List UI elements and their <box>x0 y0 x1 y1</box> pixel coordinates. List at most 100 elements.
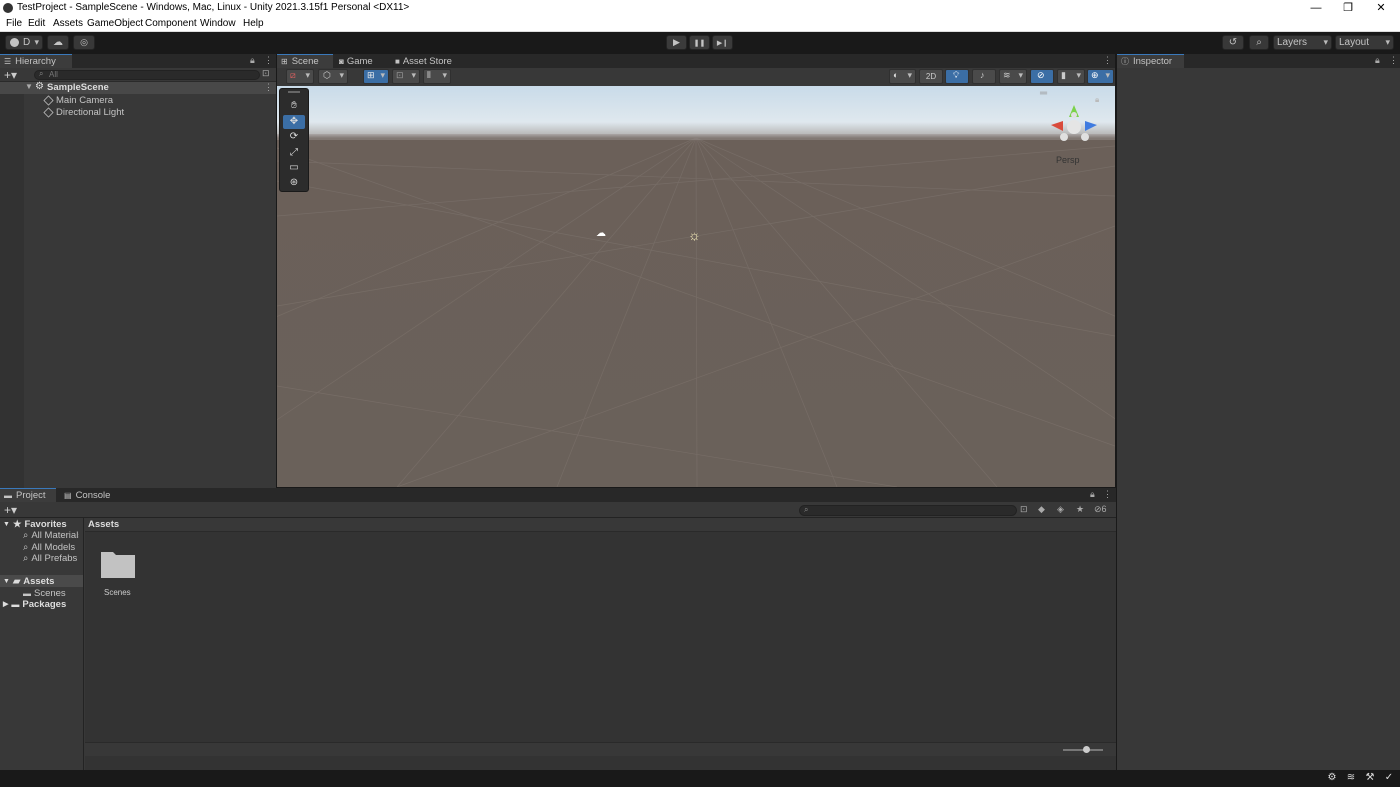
gizmos-dropdown[interactable]: ⊕ <box>1087 69 1114 84</box>
scene-lighting-toggle[interactable]: 💡︎ <box>945 69 969 84</box>
check-icon[interactable]: ✓ <box>1383 772 1395 784</box>
grid-snap-toggle[interactable]: ⊞ <box>363 69 389 84</box>
kebab-menu-icon[interactable]: ⋮ <box>264 55 273 66</box>
search-placeholder: All <box>49 70 58 79</box>
expand-arrow-icon[interactable]: ▼ <box>25 82 33 91</box>
pause-button[interactable]: ❚❚ <box>689 35 710 50</box>
project-toolbar: +▾ ⌕ ⊡ ◆ ◈ ★ ⊘6 <box>0 502 1116 518</box>
tab-scene[interactable]: ⊞ Scene <box>277 54 333 68</box>
assets-folder-row[interactable]: ▼ ▰ Assets <box>0 575 83 587</box>
tab-inspector[interactable]: ⓘ Inspector <box>1117 54 1184 68</box>
play-button[interactable]: ▶ <box>666 35 687 50</box>
rotate-tool-icon[interactable]: ⟳ <box>283 130 305 144</box>
scene-menu-icon[interactable]: ⋮ <box>264 82 273 93</box>
lock-icon[interactable]: 🔒︎ <box>250 55 255 66</box>
tab-project[interactable]: ▬ Project <box>0 488 56 502</box>
create-asset-button[interactable]: +▾ <box>4 503 17 517</box>
progress-icon[interactable]: ⚒ <box>1364 772 1376 784</box>
tag-icon[interactable]: ◈ <box>1057 504 1064 515</box>
scene-row[interactable]: ▼ ⚙ SampleScene ⋮ <box>0 81 276 94</box>
gamepad-icon: ◙ <box>339 56 344 66</box>
eye-slash-icon: ⊘ <box>1094 504 1102 514</box>
light-gizmo-icon[interactable]: ☼ <box>688 227 701 243</box>
menu-assets[interactable]: Assets <box>53 18 83 29</box>
asset-folder-scenes[interactable]: Scenes <box>99 548 137 598</box>
close-button[interactable]: ✕ <box>1366 0 1396 16</box>
render-mode-dropdown[interactable]: ⬡ <box>318 69 348 84</box>
layers-stack-icon[interactable]: ≋ <box>1345 772 1357 784</box>
hand-tool-icon[interactable]: ✋︎ <box>283 99 305 113</box>
transform-tool-icon[interactable]: ⊛ <box>283 176 305 190</box>
hidden-objects-toggle[interactable]: ⊘ <box>1030 69 1054 84</box>
account-dropdown[interactable]: D <box>5 35 43 50</box>
step-button[interactable]: ▶❙ <box>712 35 733 50</box>
palette-grip[interactable] <box>288 91 300 93</box>
camera-gizmo-icon[interactable]: ☁ <box>596 228 606 239</box>
scene-tab-icon: ⊞ <box>281 57 288 66</box>
layout-dropdown[interactable]: Layout <box>1335 35 1394 50</box>
undo-history-button[interactable]: ↺ <box>1222 35 1244 50</box>
collab-button[interactable]: ◎ <box>73 35 95 50</box>
lighting-dropdown[interactable]: ◐ <box>889 69 916 84</box>
search-icon: ⌕ <box>23 552 29 564</box>
tab-console[interactable]: ▤ Console <box>60 488 120 502</box>
scene-viewport[interactable]: ☁ ☼ ═ 🔒︎ Persp <box>277 86 1115 487</box>
kebab-menu-icon[interactable]: ⋮ <box>1389 55 1398 66</box>
menu-window[interactable]: Window <box>200 18 236 29</box>
folder-large-icon <box>101 552 135 578</box>
audio-toggle[interactable]: ♪ <box>972 69 996 84</box>
search-by-type-icon[interactable]: ⊡ <box>1020 504 1028 515</box>
project-search-input[interactable]: ⌕ <box>799 505 1017 516</box>
scene-name: SampleScene <box>47 82 109 93</box>
persp-label[interactable]: Persp <box>1056 155 1080 165</box>
search-by-label-icon[interactable]: ◆ <box>1038 504 1045 515</box>
search-options-icon[interactable]: ⊡ <box>262 68 270 79</box>
breadcrumb-assets[interactable]: Assets <box>88 519 119 530</box>
account-icon <box>10 38 19 47</box>
search-button[interactable]: ⌕ <box>1249 35 1269 50</box>
menu-file[interactable]: File <box>6 18 22 29</box>
camera-dropdown[interactable]: ▮ <box>1057 69 1085 84</box>
orientation-gizmo[interactable] <box>1047 101 1101 147</box>
hierarchy-item-main-camera[interactable]: Main Camera <box>43 94 264 106</box>
icon-size-slider-thumb[interactable] <box>1083 746 1090 753</box>
play-icon: ▶ <box>673 37 680 47</box>
snap-settings-dropdown[interactable]: ⫴ <box>423 69 451 84</box>
effects-dropdown[interactable]: ≋ <box>999 69 1027 84</box>
scale-tool-icon[interactable]: ⤢ <box>283 146 305 160</box>
cloud-icon: ☁ <box>53 37 63 48</box>
menu-component[interactable]: Component <box>145 18 197 29</box>
gameobject-icon <box>43 94 54 106</box>
gizmo-drag-handle-icon[interactable]: ═ <box>1040 88 1047 99</box>
hierarchy-item-directional-light[interactable]: Directional Light <box>43 106 264 118</box>
grid-settings-dropdown[interactable]: ⊡ <box>392 69 420 84</box>
favorite-item-all-materials[interactable]: ⌕ All Materials <box>23 529 79 541</box>
lock-icon[interactable]: 🔒︎ <box>1375 55 1380 66</box>
pause-icon: ❚❚ <box>693 39 706 47</box>
cloud-button[interactable]: ☁ <box>47 35 69 50</box>
rect-tool-icon[interactable]: ▭ <box>283 161 305 175</box>
tab-asset-store[interactable]: ■ Asset Store <box>391 54 467 68</box>
lock-icon[interactable]: 🔒︎ <box>1090 489 1095 500</box>
add-object-button[interactable]: +▾ <box>4 68 17 82</box>
maximize-button[interactable]: ❐ <box>1333 0 1363 16</box>
scene-menu-icon[interactable]: ⋮ <box>1103 55 1112 66</box>
hidden-packages-toggle[interactable]: ⊘6 <box>1094 504 1107 515</box>
menu-edit[interactable]: Edit <box>28 18 45 29</box>
tab-hierarchy[interactable]: ☰ Hierarchy <box>0 54 72 68</box>
favorite-item-all-prefabs[interactable]: ⌕ All Prefabs <box>23 552 77 564</box>
toggle-2d-button[interactable]: 2D <box>919 69 943 84</box>
favorite-star-icon[interactable]: ★ <box>1076 504 1084 515</box>
menu-help[interactable]: Help <box>243 18 264 29</box>
packages-folder-row[interactable]: ▶ ▬ Packages <box>3 598 66 610</box>
layers-dropdown[interactable]: Layers <box>1273 35 1332 50</box>
hierarchy-search-input[interactable]: ⌕ All <box>34 69 260 80</box>
debug-bug-icon[interactable]: ⚙ <box>1326 772 1338 784</box>
menu-gameobject[interactable]: GameObject <box>87 18 143 29</box>
minimize-button[interactable]: — <box>1301 0 1331 16</box>
kebab-menu-icon[interactable]: ⋮ <box>1103 489 1112 500</box>
move-tool-icon[interactable]: ✥ <box>283 115 305 129</box>
hierarchy-item-label: Directional Light <box>56 106 125 118</box>
draw-mode-dropdown[interactable]: ⧄ <box>286 69 314 84</box>
tab-game[interactable]: ◙ Game <box>335 54 389 68</box>
